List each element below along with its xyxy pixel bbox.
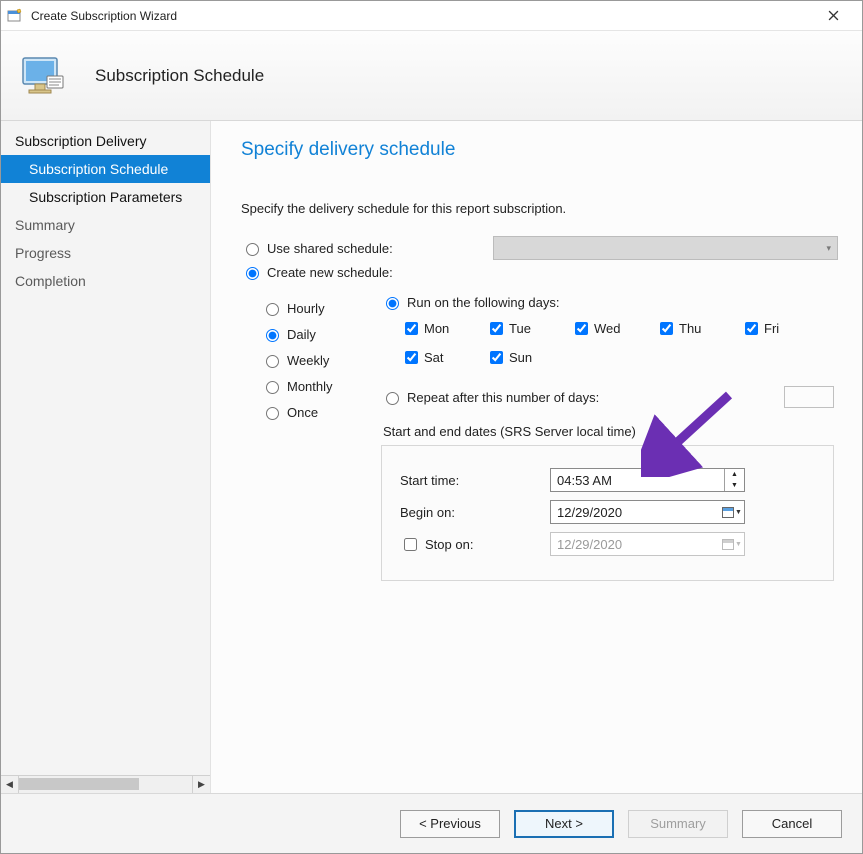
begin-on-input[interactable]: 12/29/2020 ▼	[550, 500, 745, 524]
freq-daily-label: Daily	[287, 327, 316, 342]
chevron-down-icon: ▼	[735, 509, 742, 516]
stop-on-picker: ▼	[720, 533, 744, 555]
freq-monthly-radio[interactable]	[266, 381, 279, 394]
start-time-input[interactable]: 04:53 AM ▲ ▼	[550, 468, 745, 492]
previous-button[interactable]: < Previous	[400, 810, 500, 838]
scroll-thumb[interactable]	[19, 778, 139, 790]
use-shared-radio[interactable]	[246, 243, 259, 256]
begin-on-label: Begin on:	[400, 505, 550, 520]
sidebar-item-progress[interactable]: Progress	[1, 239, 210, 267]
create-new-label: Create new schedule:	[267, 265, 393, 280]
sidebar-item-schedule[interactable]: Subscription Schedule	[1, 155, 210, 183]
wizard-header: Subscription Schedule	[1, 31, 862, 121]
sidebar-item-completion[interactable]: Completion	[1, 267, 210, 295]
dates-group: Start time: 04:53 AM ▲ ▼ Begin on:	[381, 445, 834, 581]
start-time-label: Start time:	[400, 473, 550, 488]
freq-weekly-radio[interactable]	[266, 355, 279, 368]
dates-group-label: Start and end dates (SRS Server local ti…	[383, 424, 838, 439]
freq-once-label: Once	[287, 405, 318, 420]
summary-button: Summary	[628, 810, 728, 838]
start-time-value: 04:53 AM	[551, 473, 724, 488]
freq-hourly-radio[interactable]	[266, 303, 279, 316]
run-days-radio[interactable]	[386, 297, 399, 310]
wizard-icon	[7, 8, 23, 24]
repeat-days-label: Repeat after this number of days:	[407, 390, 599, 405]
freq-once-radio[interactable]	[266, 407, 279, 420]
stop-on-input: 12/29/2020 ▼	[550, 532, 745, 556]
main-panel: Specify delivery schedule Specify the de…	[211, 121, 862, 793]
day-mon-check[interactable]	[405, 322, 418, 335]
use-shared-label: Use shared schedule:	[267, 241, 393, 256]
sidebar-item-parameters[interactable]: Subscription Parameters	[1, 183, 210, 211]
stop-on-check[interactable]	[404, 538, 417, 551]
spinner-up-icon[interactable]: ▲	[725, 469, 744, 480]
shared-schedule-combo[interactable]: ▾	[493, 236, 838, 260]
chevron-down-icon: ▾	[826, 243, 831, 254]
sidebar-scrollbar[interactable]: ◀ ▶	[1, 775, 210, 793]
repeat-days-radio[interactable]	[386, 392, 399, 405]
day-thu-check[interactable]	[660, 322, 673, 335]
freq-daily-radio[interactable]	[266, 329, 279, 342]
day-sat-label: Sat	[424, 350, 444, 365]
begin-on-value: 12/29/2020	[551, 505, 720, 520]
sidebar-item-delivery[interactable]: Subscription Delivery	[1, 127, 210, 155]
repeat-days-input[interactable]	[784, 386, 834, 408]
freq-monthly-label: Monthly	[287, 379, 333, 394]
scroll-left-icon[interactable]: ◀	[1, 776, 19, 793]
day-sun-check[interactable]	[490, 351, 503, 364]
calendar-icon	[722, 539, 734, 550]
spinner-down-icon[interactable]: ▼	[725, 480, 744, 491]
day-tue-label: Tue	[509, 321, 531, 336]
monitor-icon	[19, 52, 67, 100]
sidebar-item-summary[interactable]: Summary	[1, 211, 210, 239]
page-heading: Subscription Schedule	[95, 66, 264, 86]
run-days-label: Run on the following days:	[407, 295, 559, 310]
day-sat-check[interactable]	[405, 351, 418, 364]
freq-weekly-label: Weekly	[287, 353, 329, 368]
stop-on-value: 12/29/2020	[551, 537, 720, 552]
create-new-radio[interactable]	[246, 267, 259, 280]
time-spinner[interactable]: ▲ ▼	[724, 469, 744, 491]
chevron-down-icon: ▼	[735, 541, 742, 548]
day-wed-label: Wed	[594, 321, 621, 336]
day-sun-label: Sun	[509, 350, 532, 365]
day-mon-label: Mon	[424, 321, 449, 336]
footer: < Previous Next > Summary Cancel	[1, 793, 862, 853]
close-button[interactable]	[811, 1, 856, 30]
stop-on-label: Stop on:	[425, 537, 473, 552]
day-fri-label: Fri	[764, 321, 779, 336]
calendar-icon	[722, 507, 734, 518]
scroll-right-icon[interactable]: ▶	[192, 776, 210, 793]
window-title: Create Subscription Wizard	[31, 9, 811, 23]
begin-on-picker[interactable]: ▼	[720, 501, 744, 523]
day-thu-label: Thu	[679, 321, 701, 336]
day-wed-check[interactable]	[575, 322, 588, 335]
page-title: Specify delivery schedule	[241, 139, 838, 161]
next-button[interactable]: Next >	[514, 810, 614, 838]
day-tue-check[interactable]	[490, 322, 503, 335]
instruction-text: Specify the delivery schedule for this r…	[241, 201, 838, 216]
titlebar: Create Subscription Wizard	[1, 1, 862, 31]
cancel-button[interactable]: Cancel	[742, 810, 842, 838]
freq-hourly-label: Hourly	[287, 301, 325, 316]
sidebar: Subscription Delivery Subscription Sched…	[1, 121, 211, 793]
day-fri-check[interactable]	[745, 322, 758, 335]
